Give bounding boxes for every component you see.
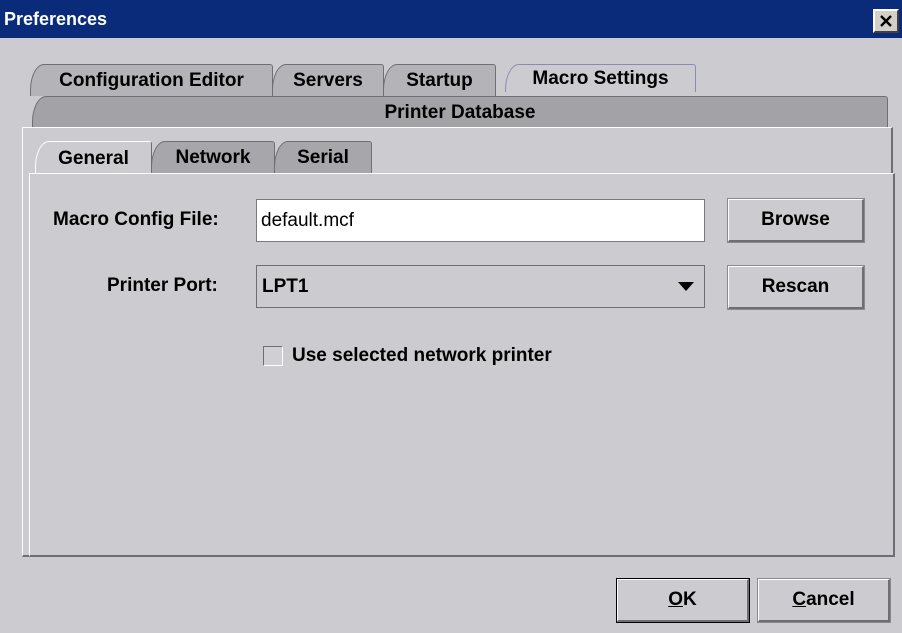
tab-label: Network xyxy=(175,147,251,168)
tab-label: Configuration Editor xyxy=(59,70,244,91)
rescan-button-label: Rescan xyxy=(761,276,830,297)
tab-label: General xyxy=(58,147,129,169)
rescan-button[interactable]: Rescan xyxy=(728,266,864,309)
printer-port-select[interactable]: LPT1 xyxy=(256,265,705,308)
tab-printer-database[interactable]: Printer Database xyxy=(32,96,888,128)
tab-serial[interactable]: Serial xyxy=(274,141,372,173)
window-title: Preferences xyxy=(4,9,108,29)
close-icon xyxy=(880,15,892,27)
tab-label: Servers xyxy=(293,70,363,91)
cancel-button-label: Cancel xyxy=(792,589,854,611)
ok-button[interactable]: OK xyxy=(617,579,749,622)
tab-startup[interactable]: Startup xyxy=(383,64,496,96)
browse-button-label: Browse xyxy=(761,209,830,230)
macro-config-file-input[interactable]: default.mcf xyxy=(256,199,705,242)
title-bar[interactable] xyxy=(0,0,902,38)
network-printer-checkbox[interactable] xyxy=(263,346,283,366)
tab-label: Startup xyxy=(406,70,473,91)
macro-config-file-label: Macro Config File: xyxy=(53,209,219,230)
tab-general[interactable]: General xyxy=(35,141,152,174)
cancel-button[interactable]: Cancel xyxy=(758,579,890,622)
tab-macro-settings[interactable]: Macro Settings xyxy=(505,64,696,92)
tab-configuration-editor[interactable]: Configuration Editor xyxy=(30,64,273,96)
close-button[interactable] xyxy=(873,9,899,33)
chevron-down-icon[interactable] xyxy=(678,282,694,291)
printer-port-label: Printer Port: xyxy=(107,275,218,296)
tab-network[interactable]: Network xyxy=(151,141,275,173)
cancel-label-rest: ancel xyxy=(806,589,855,610)
tab-label: Serial xyxy=(297,147,349,168)
macro-config-file-value: default.mcf xyxy=(261,209,354,231)
tab-label: Printer Database xyxy=(384,101,536,123)
cancel-mnemonic: C xyxy=(792,589,807,610)
browse-button[interactable]: Browse xyxy=(728,199,864,242)
tab-servers[interactable]: Servers xyxy=(272,64,384,96)
ok-label-rest: K xyxy=(683,589,697,610)
tab-label: Macro Settings xyxy=(532,68,669,89)
network-printer-label: Use selected network printer xyxy=(292,345,552,366)
ok-mnemonic: O xyxy=(668,589,684,610)
printer-port-value: LPT1 xyxy=(262,275,309,297)
ok-button-label: OK xyxy=(668,589,697,611)
